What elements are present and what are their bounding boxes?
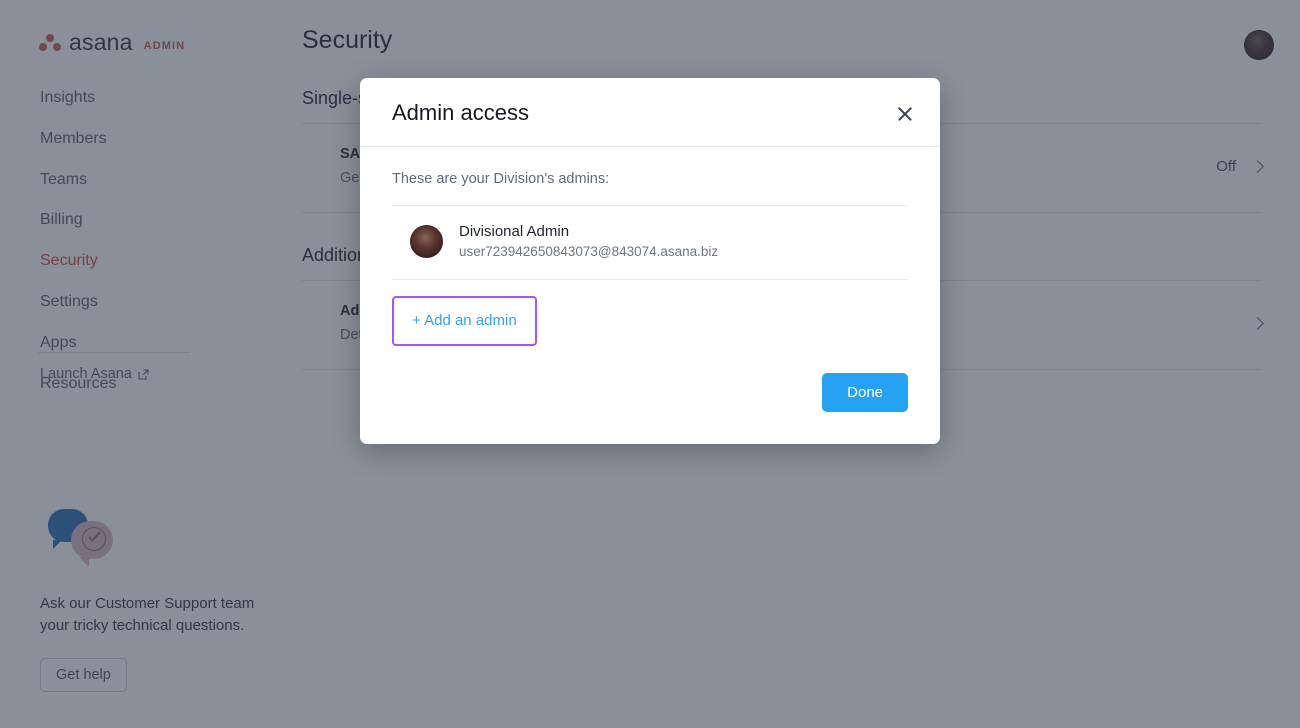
avatar xyxy=(410,225,443,259)
admin-access-dialog: Admin access These are your Division's a… xyxy=(360,78,940,444)
dialog-header: Admin access xyxy=(360,78,940,147)
admin-name: Divisional Admin xyxy=(459,223,570,240)
dialog-footer: Done xyxy=(360,346,940,444)
done-button[interactable]: Done xyxy=(822,372,908,412)
admin-identity: Divisional Admin user723942650843073@843… xyxy=(459,222,718,262)
dialog-note: These are your Division's admins: xyxy=(392,171,610,187)
dialog-body: These are your Division's admins: Divisi… xyxy=(360,147,940,346)
list-item[interactable]: Divisional Admin user723942650843073@843… xyxy=(392,206,908,280)
add-an-admin-button[interactable]: + Add an admin xyxy=(392,295,537,346)
app-root: asana ADMIN Insights Members Teams Billi… xyxy=(0,0,1300,728)
admin-email: user723942650843073@843074.asana.biz xyxy=(459,244,719,260)
admin-list: Divisional Admin user723942650843073@843… xyxy=(392,205,908,280)
close-icon[interactable] xyxy=(892,101,918,127)
dialog-title: Admin access xyxy=(392,100,529,125)
